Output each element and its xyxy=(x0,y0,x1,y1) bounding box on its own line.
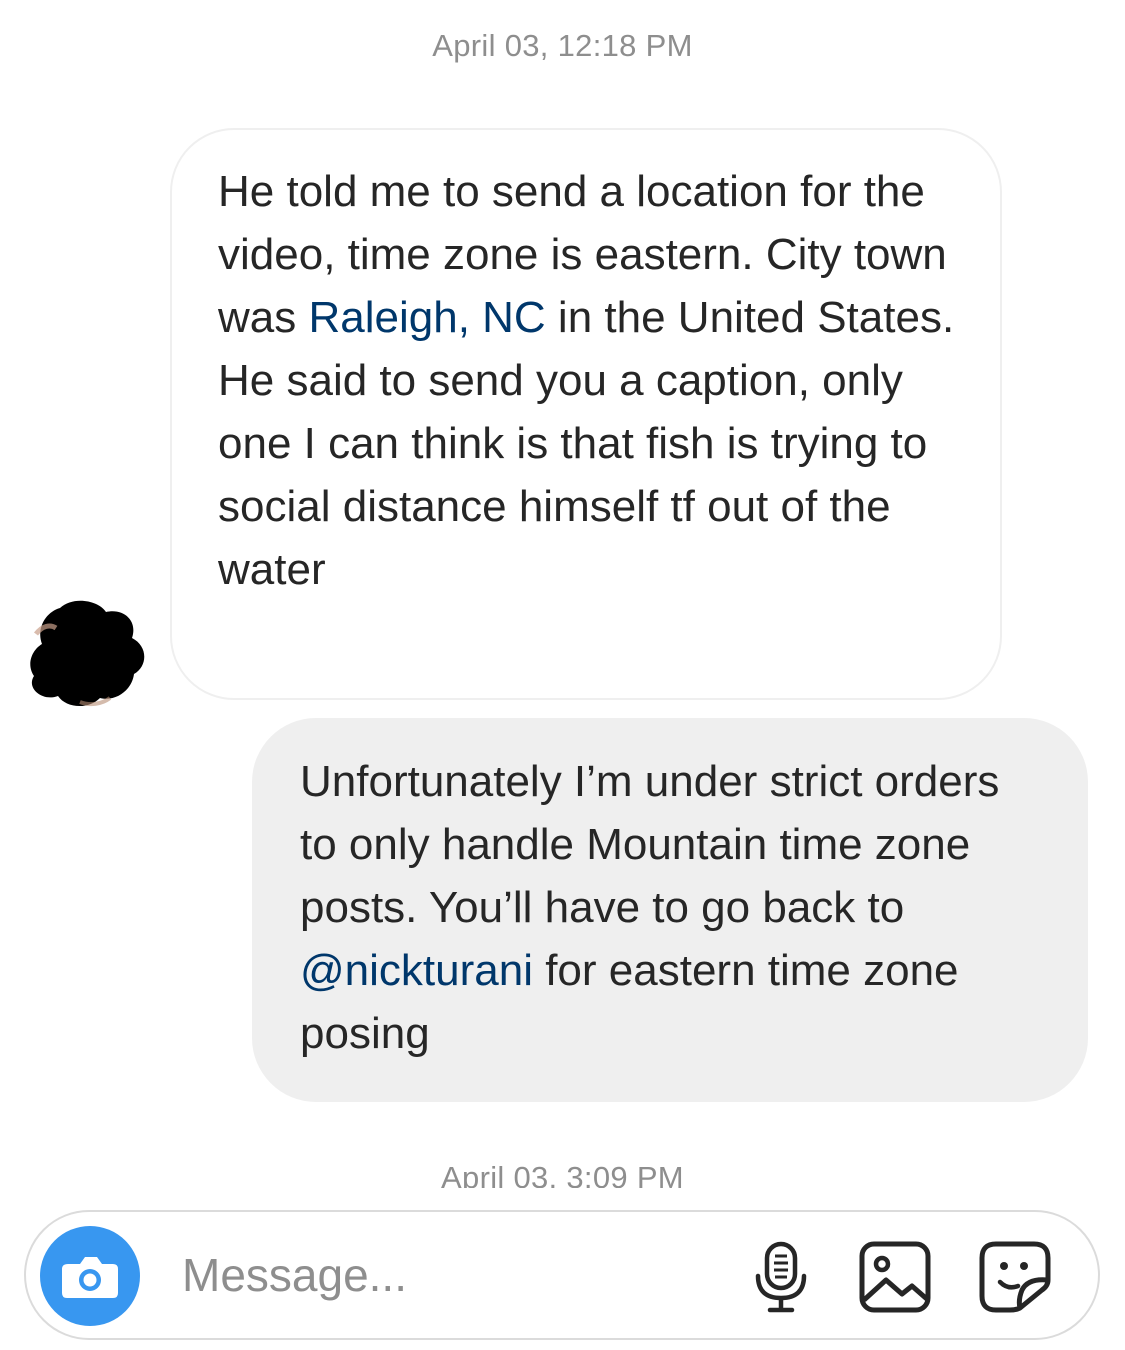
message-composer xyxy=(24,1210,1100,1340)
outgoing-message-bubble[interactable]: Unfortunately I’m under strict orders to… xyxy=(252,718,1088,1102)
camera-button[interactable] xyxy=(40,1226,140,1326)
message-input[interactable] xyxy=(182,1242,702,1308)
microphone-icon[interactable] xyxy=(744,1240,818,1314)
sender-avatar[interactable] xyxy=(28,598,148,710)
incoming-message-bubble[interactable]: He told me to send a location for the vi… xyxy=(170,128,1002,700)
redacted-avatar-mark xyxy=(30,600,145,707)
location-link[interactable]: Raleigh, NC xyxy=(308,293,545,342)
camera-icon xyxy=(62,1257,118,1298)
gallery-icon[interactable] xyxy=(858,1240,932,1314)
outgoing-message-text: Unfortunately I’m under strict orders to… xyxy=(300,757,1000,932)
timestamp-footer: April 03, 3:09 PM xyxy=(441,1160,684,1188)
timestamp-header: April 03, 12:18 PM xyxy=(432,28,693,63)
user-mention-link[interactable]: @nickturani xyxy=(300,946,533,995)
sticker-icon[interactable] xyxy=(978,1240,1052,1314)
